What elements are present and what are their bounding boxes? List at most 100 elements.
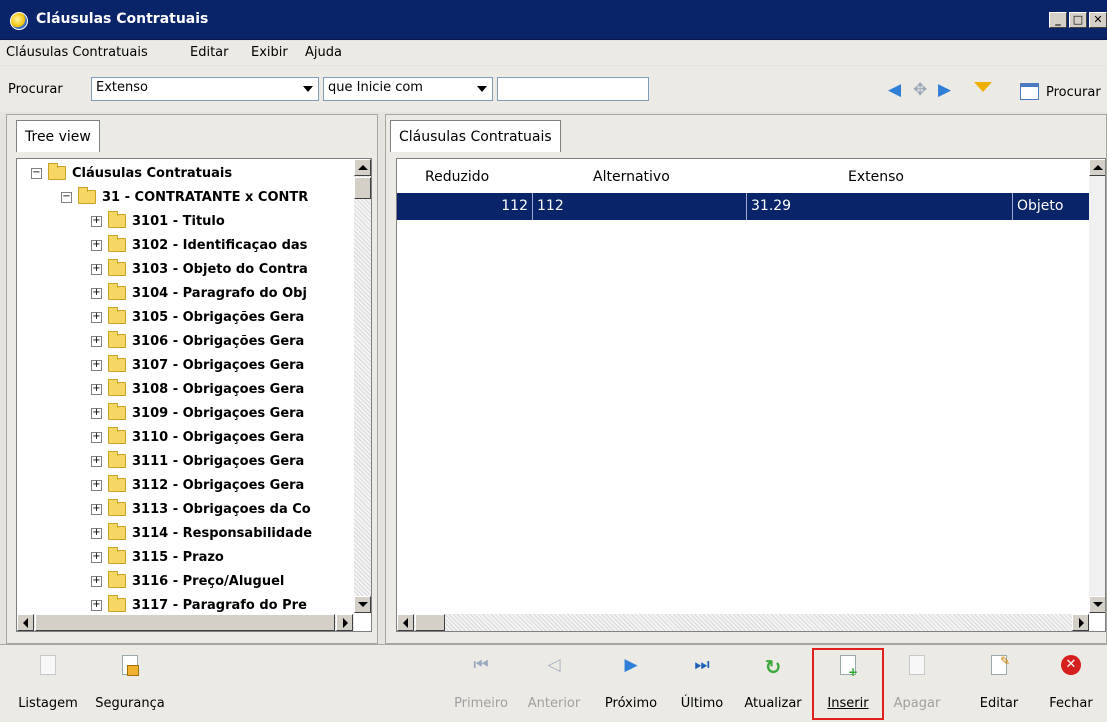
expand-icon[interactable]: +: [91, 503, 102, 515]
filter-icon[interactable]: [974, 82, 992, 92]
expand-icon[interactable]: +: [91, 599, 102, 611]
arrow-left-icon[interactable]: ◀: [888, 80, 901, 100]
tree-view: − Cláusulas Contratuais − 31 - CONTRATAN…: [16, 158, 372, 632]
tree-root[interactable]: − Cláusulas Contratuais: [31, 161, 232, 185]
tree-item[interactable]: +3115 - Prazo: [91, 545, 224, 569]
expand-icon[interactable]: +: [91, 239, 102, 251]
column-alternativo[interactable]: Alternativo: [593, 169, 670, 185]
tree-item[interactable]: +3113 - Obrigaçoes da Co: [91, 497, 311, 521]
folder-icon: [48, 163, 66, 180]
minimize-button[interactable]: _: [1049, 12, 1067, 28]
tree-vertical-scrollbar[interactable]: [354, 159, 371, 613]
maximize-button[interactable]: □: [1069, 12, 1087, 28]
column-extenso[interactable]: Extenso: [848, 169, 904, 185]
tree-item[interactable]: +3107 - Obrigaçoes Gera: [91, 353, 304, 377]
scroll-up-button[interactable]: [354, 159, 371, 176]
tree-item[interactable]: +3116 - Preço/Aluguel: [91, 569, 284, 593]
move-icon[interactable]: ✥: [913, 80, 927, 100]
anterior-button[interactable]: ◁ Anterior: [520, 651, 588, 717]
tree-item[interactable]: +3111 - Obrigaçoes Gera: [91, 449, 304, 473]
expand-icon[interactable]: +: [91, 311, 102, 323]
tree-node-31[interactable]: − 31 - CONTRATANTE x CONTR: [61, 185, 308, 209]
expand-icon[interactable]: +: [91, 383, 102, 395]
atualizar-button[interactable]: ↻ Atualizar: [738, 651, 808, 717]
tree-item[interactable]: +3102 - Identificaçao das: [91, 233, 307, 257]
folder-icon: [108, 523, 126, 540]
search-mode-select[interactable]: que Inicie com: [323, 77, 493, 101]
scroll-down-button[interactable]: [354, 596, 371, 613]
scroll-left-button[interactable]: [17, 614, 34, 631]
arrow-right-icon[interactable]: ▶: [938, 80, 951, 100]
search-field-select[interactable]: Extenso: [91, 77, 319, 101]
tree-item-label: 3108 - Obrigaçoes Gera: [132, 381, 305, 397]
menu-editar[interactable]: Editar: [190, 45, 229, 60]
table-row[interactable]: 112 112 31.29 Objeto: [397, 193, 1089, 220]
scroll-thumb[interactable]: [35, 614, 335, 631]
ultimo-button[interactable]: ⏭ Último: [672, 651, 732, 717]
expand-icon[interactable]: +: [91, 287, 102, 299]
expand-icon[interactable]: +: [91, 551, 102, 563]
primeiro-button[interactable]: ⏮ Primeiro: [450, 651, 512, 717]
expand-icon[interactable]: +: [91, 431, 102, 443]
tree-item-label: 3103 - Objeto do Contra: [132, 261, 308, 277]
listagem-button[interactable]: Listagem: [18, 651, 78, 717]
tab-clausulas[interactable]: Cláusulas Contratuais: [390, 120, 561, 152]
editar-button[interactable]: ✎ Editar: [974, 651, 1024, 717]
find-button-label: Procurar: [1046, 85, 1101, 100]
expand-icon[interactable]: +: [91, 407, 102, 419]
expand-icon[interactable]: +: [91, 455, 102, 467]
tree-item[interactable]: +3103 - Objeto do Contra: [91, 257, 308, 281]
expand-icon[interactable]: +: [91, 479, 102, 491]
data-grid: Reduzido Alternativo Extenso 112 112 31.…: [396, 158, 1106, 632]
tree-item[interactable]: +3105 - Obrigações Gera: [91, 305, 304, 329]
grid-vertical-scrollbar[interactable]: [1089, 159, 1105, 613]
menu-clausulas[interactable]: Cláusulas Contratuais: [6, 45, 148, 60]
expand-icon[interactable]: +: [91, 575, 102, 587]
scroll-right-button[interactable]: [1072, 614, 1089, 631]
tree-item[interactable]: +3104 - Paragrafo do Obj: [91, 281, 307, 305]
last-record-icon: ⏭: [694, 655, 710, 675]
tree-item[interactable]: +3112 - Obrigaçoes Gera: [91, 473, 304, 497]
tree-item[interactable]: +3101 - Titulo: [91, 209, 225, 233]
tree-item-label: 3107 - Obrigaçoes Gera: [132, 357, 305, 373]
folder-icon: [108, 331, 126, 348]
close-button[interactable]: ✕: [1089, 12, 1107, 28]
search-bar: Procurar Extenso que Inicie com ◀ ✥ ▶ Pr…: [0, 66, 1107, 112]
proximo-button[interactable]: ▶ Próximo: [598, 651, 664, 717]
scroll-down-button[interactable]: [1089, 596, 1105, 613]
tree-horizontal-scrollbar[interactable]: [17, 614, 354, 631]
collapse-icon[interactable]: −: [31, 167, 42, 179]
anterior-label: Anterior: [527, 696, 581, 711]
folder-icon: [108, 235, 126, 252]
menu-ajuda[interactable]: Ajuda: [305, 45, 342, 60]
column-reduzido[interactable]: Reduzido: [425, 169, 489, 185]
tree-item[interactable]: +3109 - Obrigaçoes Gera: [91, 401, 304, 425]
tree-item[interactable]: +3108 - Obrigaçoes Gera: [91, 377, 304, 401]
tree-item-label: 3104 - Paragrafo do Obj: [132, 285, 307, 301]
search-input[interactable]: [497, 77, 649, 101]
security-lock-icon: [122, 655, 139, 676]
tree-item-label: 3101 - Titulo: [132, 213, 225, 229]
find-window-icon: [1020, 83, 1039, 100]
seguranca-button[interactable]: Segurança: [90, 651, 170, 717]
tree-item[interactable]: +3110 - Obrigaçoes Gera: [91, 425, 304, 449]
scroll-thumb[interactable]: [415, 614, 445, 631]
expand-icon[interactable]: +: [91, 335, 102, 347]
collapse-icon[interactable]: −: [61, 191, 72, 203]
tree-item[interactable]: +3114 - Responsabilidade: [91, 521, 312, 545]
fechar-button[interactable]: ✕ Fechar: [1046, 651, 1096, 717]
expand-icon[interactable]: +: [91, 527, 102, 539]
expand-icon[interactable]: +: [91, 263, 102, 275]
tree-item[interactable]: +3106 - Obrigações Gera: [91, 329, 304, 353]
expand-icon[interactable]: +: [91, 359, 102, 371]
folder-icon: [108, 499, 126, 516]
scroll-right-button[interactable]: [336, 614, 353, 631]
menu-exibir[interactable]: Exibir: [251, 45, 288, 60]
apagar-button[interactable]: Apagar: [892, 651, 942, 717]
scroll-up-button[interactable]: [1089, 159, 1105, 176]
grid-horizontal-scrollbar[interactable]: [397, 614, 1089, 631]
expand-icon[interactable]: +: [91, 215, 102, 227]
scroll-left-button[interactable]: [397, 614, 414, 631]
tab-tree-view[interactable]: Tree view: [16, 120, 100, 152]
scroll-thumb[interactable]: [354, 177, 371, 199]
